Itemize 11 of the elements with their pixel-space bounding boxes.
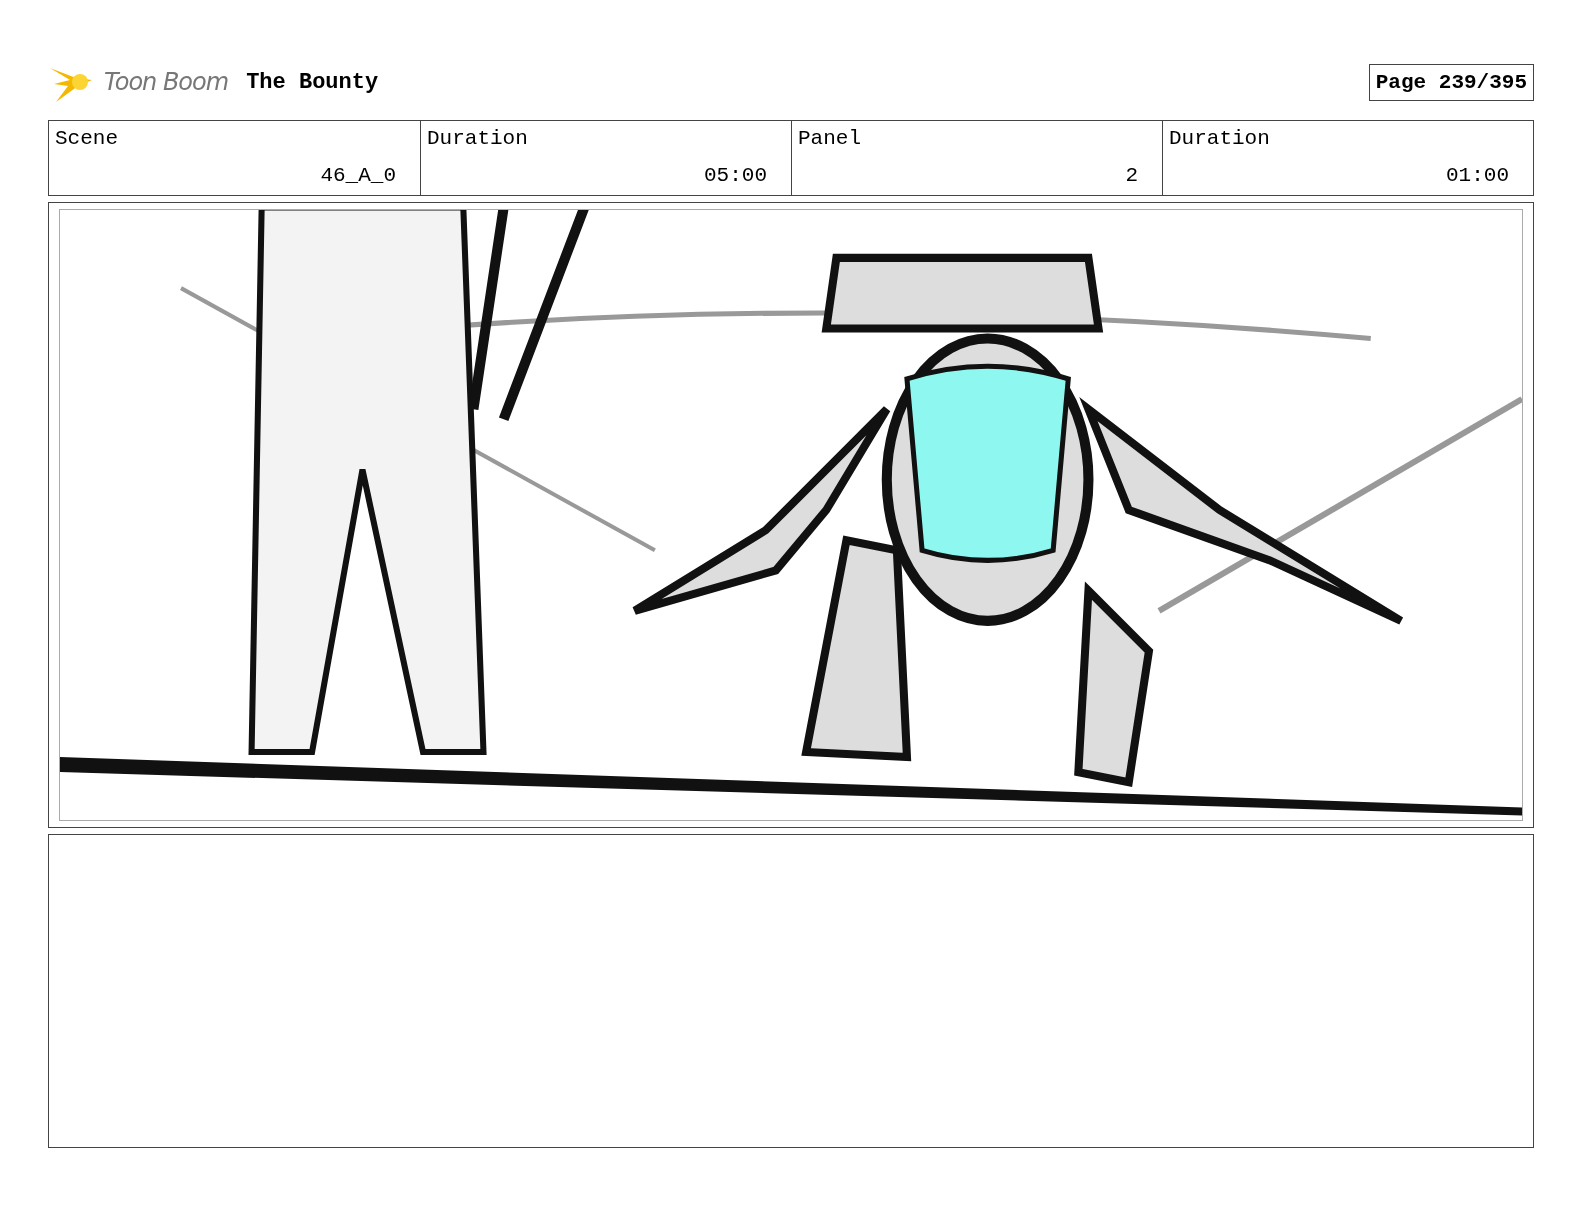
storyboard-title: The Bounty <box>246 69 379 95</box>
field-label: Panel <box>798 127 861 150</box>
field-label: Duration <box>427 127 528 150</box>
logo-text: Toon Boom <box>104 68 229 96</box>
field-value: 46_A_0 <box>320 164 396 187</box>
field-value: 05:00 <box>704 164 767 187</box>
field-value: 01:00 <box>1446 164 1509 187</box>
field-label: Scene <box>55 127 118 150</box>
field-label: Duration <box>1169 127 1270 150</box>
field-value: 2 <box>1125 164 1138 187</box>
page-number: Page 239/395 <box>1368 63 1534 101</box>
